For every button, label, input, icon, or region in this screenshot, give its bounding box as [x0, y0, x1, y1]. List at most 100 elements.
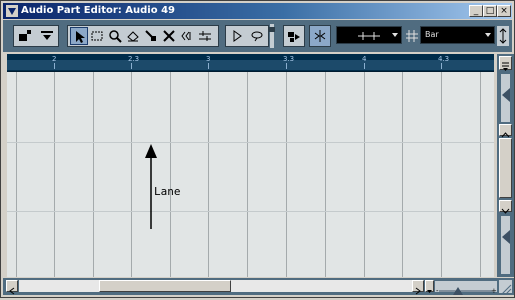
zoom-tool-icon [109, 30, 122, 43]
grid-line [402, 72, 403, 277]
grid-line [441, 72, 442, 277]
snap-icon [288, 32, 300, 42]
audio-part-editor-window: Audio Part Editor: Audio 49 _ □ × Bar 2 … [0, 0, 515, 298]
ruler-tick [441, 63, 442, 69]
snap-to-zero-button[interactable] [311, 27, 329, 45]
time-ruler[interactable]: 2 2.3 3 3.3 4 4.3 [7, 54, 494, 72]
grid-line [325, 72, 326, 277]
range-tool-icon [91, 31, 103, 41]
grid-line [131, 72, 132, 277]
maximize-button[interactable]: □ [483, 5, 497, 17]
quantize-dropdown[interactable]: Bar [420, 26, 495, 44]
play-button[interactable] [228, 27, 246, 45]
title-bar[interactable]: Audio Part Editor: Audio 49 _ □ × [3, 3, 512, 19]
lane-divider [7, 142, 494, 143]
eraser-tool-icon [127, 31, 139, 42]
arrow-tool-button[interactable] [70, 27, 88, 45]
ruler-label: 3 [206, 55, 211, 63]
event-display[interactable]: Lane [7, 72, 494, 277]
autoscroll-icon [41, 31, 53, 40]
ruler-label: 2.3 [128, 55, 140, 63]
scroll-down-button[interactable] [499, 200, 512, 214]
scroll-left-button[interactable] [6, 280, 18, 295]
horizontal-scroll-thumb[interactable] [99, 280, 231, 292]
vertical-scroll-thumb[interactable] [499, 138, 512, 198]
toolbar-group-tools [67, 25, 219, 47]
horizontal-zoom-slider[interactable]: - + [435, 281, 497, 295]
loop-icon [251, 31, 263, 42]
grid-line [208, 72, 209, 277]
eraser-tool-button[interactable] [124, 27, 142, 45]
scroll-right-button[interactable] [412, 280, 424, 295]
autoscroll-button[interactable] [38, 27, 56, 45]
zoom-menu-button[interactable] [425, 280, 434, 293]
mute-tool-button[interactable] [142, 27, 160, 45]
ruler-tick [131, 63, 132, 69]
app-icon [6, 5, 18, 17]
window-title: Audio Part Editor: Audio 49 [21, 5, 175, 16]
grid-line [247, 72, 248, 277]
volume-slider[interactable] [269, 24, 275, 48]
zoom-tool-button[interactable] [106, 27, 124, 45]
snap-button[interactable] [285, 27, 303, 45]
play-icon [233, 30, 242, 42]
scrub-tool-button[interactable] [196, 27, 214, 45]
scrub-tool-icon [199, 31, 211, 41]
chevron-right-icon [415, 287, 421, 295]
toolbar-group-view [13, 25, 59, 47]
grid-line [364, 72, 365, 277]
ruler-label: 2 [52, 55, 57, 63]
snap-resolution-icon [358, 32, 380, 40]
grid-line [170, 72, 171, 277]
ruler-tick [54, 63, 55, 69]
solo-button[interactable] [16, 27, 34, 45]
lane-menu-button[interactable] [499, 56, 512, 71]
snap-value-dropdown[interactable] [336, 26, 402, 44]
ruler-label: 4.3 [438, 55, 450, 63]
quantize-value: Bar [425, 30, 439, 39]
grid-line [480, 72, 481, 277]
vertical-zoom-track[interactable] [501, 216, 510, 274]
ruler-tick [208, 63, 209, 69]
vertical-zoom-track-top[interactable] [501, 74, 510, 122]
ruler-tick [364, 63, 365, 69]
ruler-bar [7, 60, 494, 70]
grid-line [54, 72, 55, 277]
svg-text:-: - [436, 287, 439, 295]
glue-tool-button[interactable] [178, 27, 196, 45]
svg-text:+: + [491, 287, 497, 295]
scroll-up-button[interactable] [499, 124, 512, 138]
zoom-handle-icon [502, 88, 510, 102]
ruler-label: 4 [362, 55, 367, 63]
loop-button[interactable] [248, 27, 266, 45]
grid-line [286, 72, 287, 277]
chevron-left-icon [9, 287, 15, 295]
split-tool-button[interactable] [160, 27, 178, 45]
solo-icon [19, 30, 31, 41]
arrow-tool-icon [76, 31, 85, 43]
auto-select-icon[interactable] [497, 26, 509, 46]
glue-tool-icon [181, 31, 191, 41]
mute-tool-icon [145, 30, 156, 41]
lane-divider [7, 211, 494, 212]
range-tool-button[interactable] [88, 27, 106, 45]
grid-line [16, 72, 17, 277]
toolbar-group-play [225, 25, 269, 47]
chevron-down-icon [485, 33, 491, 37]
ruler-label: 3.3 [283, 55, 295, 63]
toolbar-group-snap [283, 25, 305, 47]
minimize-button[interactable]: _ [469, 5, 483, 17]
zoom-slider-icon: - + [436, 287, 497, 295]
grid-icon [405, 28, 419, 42]
zoom-handle-icon [502, 230, 510, 244]
vertical-scrollbar[interactable] [497, 54, 514, 277]
chevron-down-icon [427, 290, 432, 293]
snap-to-zero-icon [314, 30, 326, 42]
lane-annotation: Lane [154, 185, 181, 198]
chevron-down-icon [501, 208, 510, 214]
volume-slider-handle[interactable] [269, 27, 275, 32]
close-button[interactable]: × [497, 5, 511, 17]
toolbar-group-zero [309, 25, 331, 47]
horizontal-scroll-track[interactable] [19, 280, 412, 292]
resize-grip-icon[interactable] [499, 280, 512, 295]
